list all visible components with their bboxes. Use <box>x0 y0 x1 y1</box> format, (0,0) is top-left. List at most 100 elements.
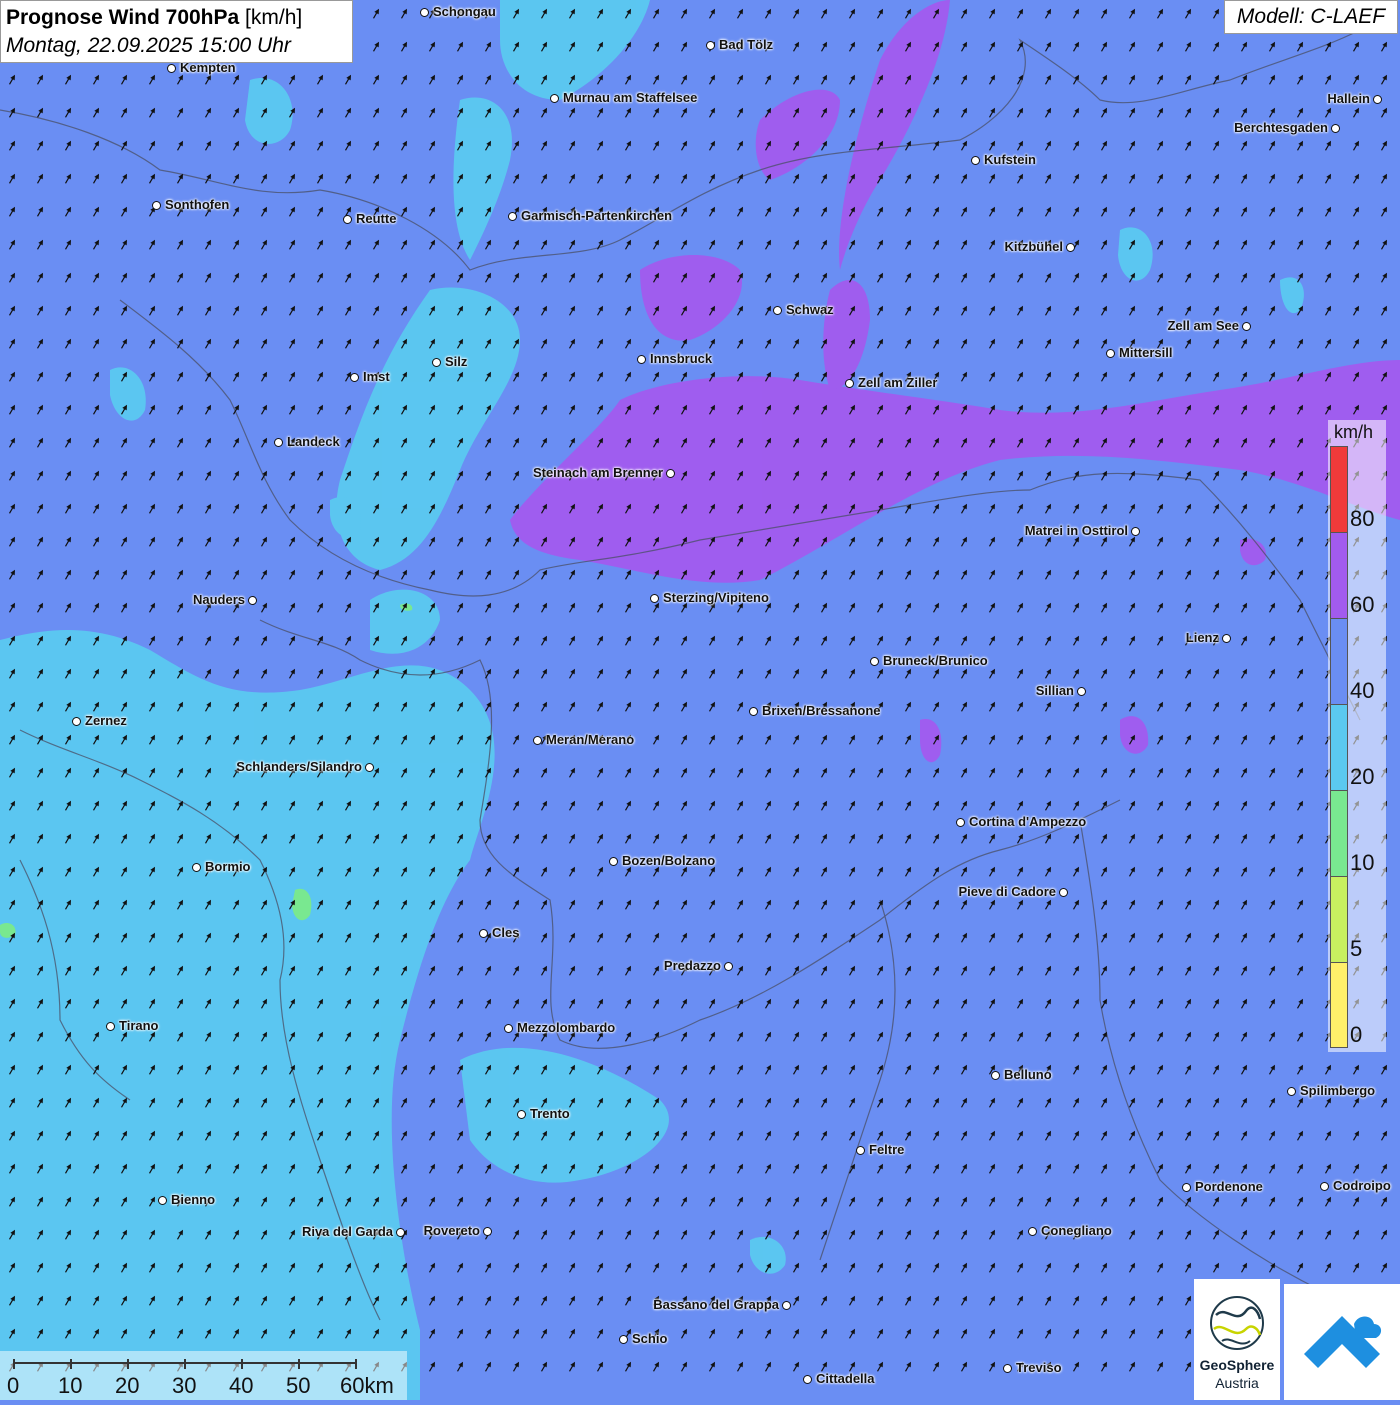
city-marker <box>666 469 675 478</box>
city-marker <box>167 64 176 73</box>
city-marker <box>1242 322 1251 331</box>
geosphere-name: GeoSphere <box>1199 1357 1275 1373</box>
title-box: Prognose Wind 700hPa [km/h] Montag, 22.0… <box>0 0 353 63</box>
city-label: Pordenone <box>1195 1179 1263 1194</box>
map-title-main: Prognose Wind 700hPa <box>6 6 240 29</box>
city-marker <box>803 1375 812 1384</box>
city-label: Schwaz <box>786 302 834 317</box>
city-label: Hallein <box>1327 91 1370 106</box>
city-label: Steinach am Brenner <box>532 465 663 480</box>
city-label: Predazzo <box>663 958 721 973</box>
city-marker <box>856 1146 865 1155</box>
city-label: Lienz <box>1185 630 1219 645</box>
city-label: Imst <box>363 369 390 384</box>
city-marker <box>706 41 715 50</box>
scale-tick-20: 20 <box>115 1373 140 1398</box>
city-label: Tirano <box>119 1018 159 1033</box>
city-label: Nauders <box>192 592 245 607</box>
city-label: Schongau <box>433 4 496 19</box>
scale-tick-30: 30 <box>172 1373 197 1398</box>
city-marker <box>619 1335 628 1344</box>
city-marker <box>956 818 965 827</box>
model-label: Modell: C-LAEF <box>1224 0 1398 34</box>
city-label: Sonthofen <box>165 197 230 212</box>
legend-tick-80: 80 <box>1350 506 1375 531</box>
city-marker <box>483 1227 492 1236</box>
city-label: Feltre <box>869 1142 905 1157</box>
legend-segment <box>1330 532 1348 618</box>
geosphere-sub: Austria <box>1215 1375 1259 1391</box>
legend-segment <box>1330 618 1348 704</box>
city-label: Berchtesgaden <box>1234 120 1328 135</box>
city-marker <box>991 1071 1000 1080</box>
city-label: Treviso <box>1016 1360 1062 1375</box>
city-label: Rovereto <box>423 1223 480 1238</box>
city-label: Bormio <box>205 859 251 874</box>
city-marker <box>365 763 374 772</box>
city-label: Cles <box>492 925 520 940</box>
city-marker <box>650 594 659 603</box>
city-label: Bassano del Grappa <box>653 1297 779 1312</box>
city-marker <box>152 201 161 210</box>
legend-tick-40: 40 <box>1350 678 1375 703</box>
city-label: Garmisch-Partenkirchen <box>521 208 673 223</box>
city-marker <box>72 717 81 726</box>
city-marker <box>1028 1227 1037 1236</box>
city-label: Cortina d'Ampezzo <box>969 814 1087 829</box>
city-label: Matrei in Osttirol <box>1024 523 1128 538</box>
city-marker <box>248 596 257 605</box>
scale-tick-50: 50 <box>286 1373 311 1398</box>
city-marker <box>1182 1183 1191 1192</box>
city-label: Schlanders/Silandro <box>236 759 362 774</box>
city-label: Zernez <box>85 713 127 728</box>
city-marker <box>192 863 201 872</box>
city-label: Zell am See <box>1167 318 1239 333</box>
legend-segment <box>1330 962 1348 1048</box>
city-label: Sterzing/Vipiteno <box>663 590 769 605</box>
city-label: Murnau am Staffelsee <box>563 90 698 105</box>
city-marker <box>550 94 559 103</box>
legend-segment <box>1330 704 1348 790</box>
legend-tick-0: 0 <box>1350 1022 1363 1047</box>
city-marker <box>343 215 352 224</box>
city-marker <box>782 1301 791 1310</box>
city-label: Spilimbergo <box>1300 1083 1376 1098</box>
city-label: Silz <box>445 354 468 369</box>
city-label: Trento <box>530 1106 570 1121</box>
city-marker <box>517 1110 526 1119</box>
city-label: Innsbruck <box>650 351 713 366</box>
city-marker <box>971 156 980 165</box>
city-label: Bozen/Bolzano <box>622 853 716 868</box>
city-marker <box>479 929 488 938</box>
city-marker <box>350 373 359 382</box>
city-marker <box>1059 888 1068 897</box>
city-label: Sillian <box>1035 683 1074 698</box>
city-label: Belluno <box>1004 1067 1052 1082</box>
brand-logo[interactable] <box>1284 1284 1400 1400</box>
legend-segment <box>1330 876 1348 962</box>
legend-unit: km/h <box>1334 422 1374 442</box>
legend-segment <box>1330 446 1348 532</box>
city-marker <box>508 212 517 221</box>
city-label: Bruneck/Brunico <box>883 653 988 668</box>
city-marker <box>106 1022 115 1031</box>
city-label: Bienno <box>171 1192 216 1207</box>
city-marker <box>274 438 283 447</box>
city-marker <box>749 707 758 716</box>
city-marker <box>637 355 646 364</box>
city-label: Schio <box>632 1331 668 1346</box>
city-marker <box>1106 349 1115 358</box>
city-marker <box>1003 1364 1012 1373</box>
city-marker <box>1131 527 1140 536</box>
city-marker <box>1373 95 1382 104</box>
city-label: Landeck <box>287 434 340 449</box>
city-marker <box>432 358 441 367</box>
legend-tick-10: 10 <box>1350 850 1375 875</box>
legend-tick-5: 5 <box>1350 936 1363 961</box>
city-label: Mezzolombardo <box>517 1020 616 1035</box>
geosphere-logo[interactable]: GeoSphere Austria <box>1194 1279 1280 1400</box>
city-label: Bad Tölz <box>719 37 774 52</box>
scale-bar: 0 10 20 30 40 50 60km <box>0 1351 407 1400</box>
city-label: Zell am Ziller <box>858 375 938 390</box>
city-label: Kitzbühel <box>1004 239 1064 254</box>
